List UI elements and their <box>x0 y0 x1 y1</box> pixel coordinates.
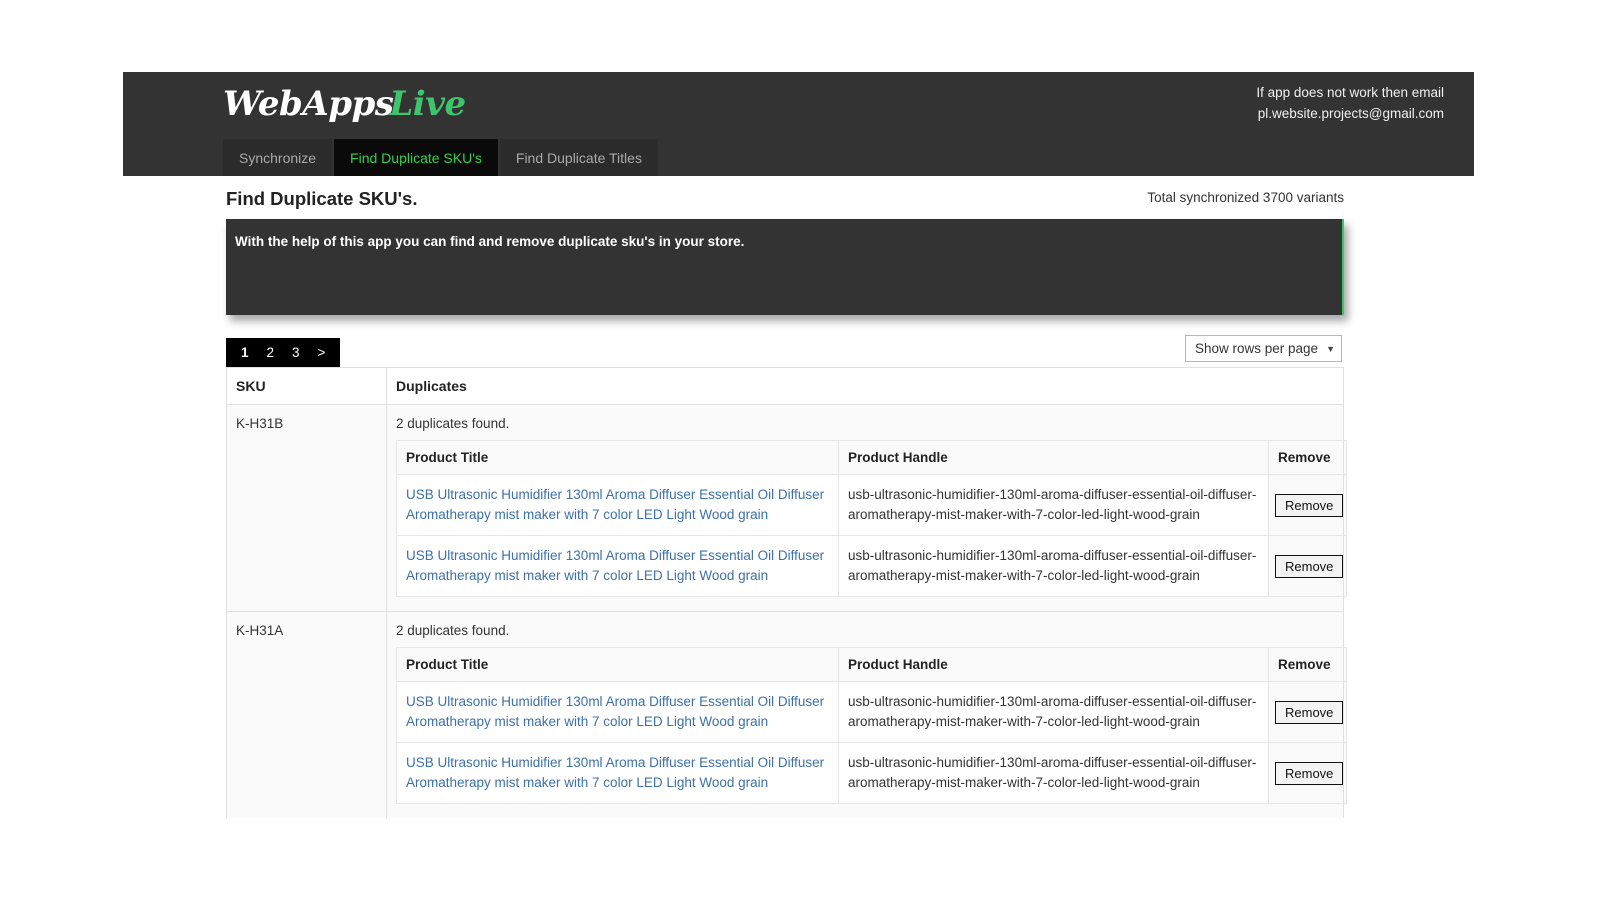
duplicates-cell: 2 duplicates found. Product Title Produc… <box>387 405 1344 612</box>
remove-cell: Remove <box>1269 743 1347 804</box>
product-title-link[interactable]: USB Ultrasonic Humidifier 130ml Aroma Di… <box>406 694 824 729</box>
duplicates-table-body: K-H31B 2 duplicates found. Product Title… <box>227 405 1344 819</box>
duplicate-items-table: Product Title Product Handle Remove USB … <box>396 440 1347 597</box>
sku-value: K-H31A <box>227 612 387 819</box>
chevron-down-icon: ▼ <box>1326 344 1335 354</box>
tab-synchronize[interactable]: Synchronize <box>223 139 332 176</box>
pagination-page-1[interactable]: 1 <box>232 338 258 367</box>
duplicates-count-label: 2 duplicates found. <box>396 416 1334 431</box>
product-title-link[interactable]: USB Ultrasonic Humidifier 130ml Aroma Di… <box>406 755 824 790</box>
column-header-duplicates: Duplicates <box>387 368 1344 405</box>
remove-button[interactable]: Remove <box>1275 494 1343 517</box>
remove-cell: Remove <box>1269 682 1347 743</box>
product-title-cell: USB Ultrasonic Humidifier 130ml Aroma Di… <box>397 475 839 536</box>
remove-button[interactable]: Remove <box>1275 762 1343 785</box>
app-header: WebAppsLive If app does not work then em… <box>123 72 1474 176</box>
support-line-2: pl.website.projects@gmail.com <box>1256 103 1444 124</box>
brand-logo-web: WebApps <box>223 84 393 124</box>
remove-button[interactable]: Remove <box>1275 701 1343 724</box>
product-title-link[interactable]: USB Ultrasonic Humidifier 130ml Aroma Di… <box>406 487 824 522</box>
brand-logo: WebAppsLive <box>223 78 466 130</box>
duplicate-item-row: USB Ultrasonic Humidifier 130ml Aroma Di… <box>397 682 1347 743</box>
duplicate-item-row: USB Ultrasonic Humidifier 130ml Aroma Di… <box>397 536 1347 597</box>
title-row: Find Duplicate SKU's. Total synchronized… <box>226 186 1344 216</box>
table-header-row: SKU Duplicates <box>227 368 1344 405</box>
product-handle-cell: usb-ultrasonic-humidifier-130ml-aroma-di… <box>839 682 1269 743</box>
duplicate-item-row: USB Ultrasonic Humidifier 130ml Aroma Di… <box>397 475 1347 536</box>
info-panel-text: With the help of this app you can find a… <box>235 233 1333 251</box>
remove-button[interactable]: Remove <box>1275 555 1343 578</box>
tab-find-duplicate-skus[interactable]: Find Duplicate SKU's <box>334 139 498 176</box>
column-header-product-title: Product Title <box>397 441 839 475</box>
remove-cell: Remove <box>1269 536 1347 597</box>
duplicates-table: SKU Duplicates K-H31B 2 duplicates found… <box>226 367 1344 819</box>
viewport-bottom-mask <box>0 818 1600 900</box>
column-header-product-handle: Product Handle <box>839 648 1269 682</box>
pagination-page-3[interactable]: 3 <box>283 338 309 367</box>
column-header-product-handle: Product Handle <box>839 441 1269 475</box>
info-panel: With the help of this app you can find a… <box>226 219 1344 315</box>
product-handle-cell: usb-ultrasonic-humidifier-130ml-aroma-di… <box>839 536 1269 597</box>
sku-value: K-H31B <box>227 405 387 612</box>
total-synchronized-label: Total synchronized 3700 variants <box>1147 190 1344 205</box>
pagination-page-2[interactable]: 2 <box>258 338 284 367</box>
column-header-product-title: Product Title <box>397 648 839 682</box>
pagination-row: 1 2 3 > Show rows per page ▼ <box>226 338 1344 367</box>
inner-header-row: Product Title Product Handle Remove <box>397 648 1347 682</box>
product-title-cell: USB Ultrasonic Humidifier 130ml Aroma Di… <box>397 536 839 597</box>
support-contact: If app does not work then email pl.websi… <box>1256 82 1444 124</box>
product-title-link[interactable]: USB Ultrasonic Humidifier 130ml Aroma Di… <box>406 548 824 583</box>
pagination-next[interactable]: > <box>309 338 335 367</box>
app-page: WebAppsLive If app does not work then em… <box>0 0 1600 900</box>
rows-per-page-select[interactable]: Show rows per page ▼ <box>1185 335 1342 362</box>
main-content: Find Duplicate SKU's. Total synchronized… <box>226 186 1344 819</box>
product-handle-cell: usb-ultrasonic-humidifier-130ml-aroma-di… <box>839 475 1269 536</box>
duplicates-cell: 2 duplicates found. Product Title Produc… <box>387 612 1344 819</box>
table-row: K-H31A 2 duplicates found. Product Title… <box>227 612 1344 819</box>
nav-tabs: Synchronize Find Duplicate SKU's Find Du… <box>223 139 660 176</box>
product-title-cell: USB Ultrasonic Humidifier 130ml Aroma Di… <box>397 743 839 804</box>
duplicate-item-row: USB Ultrasonic Humidifier 130ml Aroma Di… <box>397 743 1347 804</box>
tab-find-duplicate-titles[interactable]: Find Duplicate Titles <box>500 139 658 176</box>
rows-per-page-label: Show rows per page <box>1195 341 1322 356</box>
column-header-sku: SKU <box>227 368 387 405</box>
table-row: K-H31B 2 duplicates found. Product Title… <box>227 405 1344 612</box>
duplicate-items-table: Product Title Product Handle Remove USB … <box>396 647 1347 804</box>
inner-header-row: Product Title Product Handle Remove <box>397 441 1347 475</box>
remove-cell: Remove <box>1269 475 1347 536</box>
column-header-remove: Remove <box>1269 441 1347 475</box>
support-line-1: If app does not work then email <box>1256 82 1444 103</box>
pagination: 1 2 3 > <box>226 338 340 367</box>
brand-logo-live: Live <box>389 84 465 124</box>
duplicates-count-label: 2 duplicates found. <box>396 623 1334 638</box>
product-handle-cell: usb-ultrasonic-humidifier-130ml-aroma-di… <box>839 743 1269 804</box>
product-title-cell: USB Ultrasonic Humidifier 130ml Aroma Di… <box>397 682 839 743</box>
column-header-remove: Remove <box>1269 648 1347 682</box>
